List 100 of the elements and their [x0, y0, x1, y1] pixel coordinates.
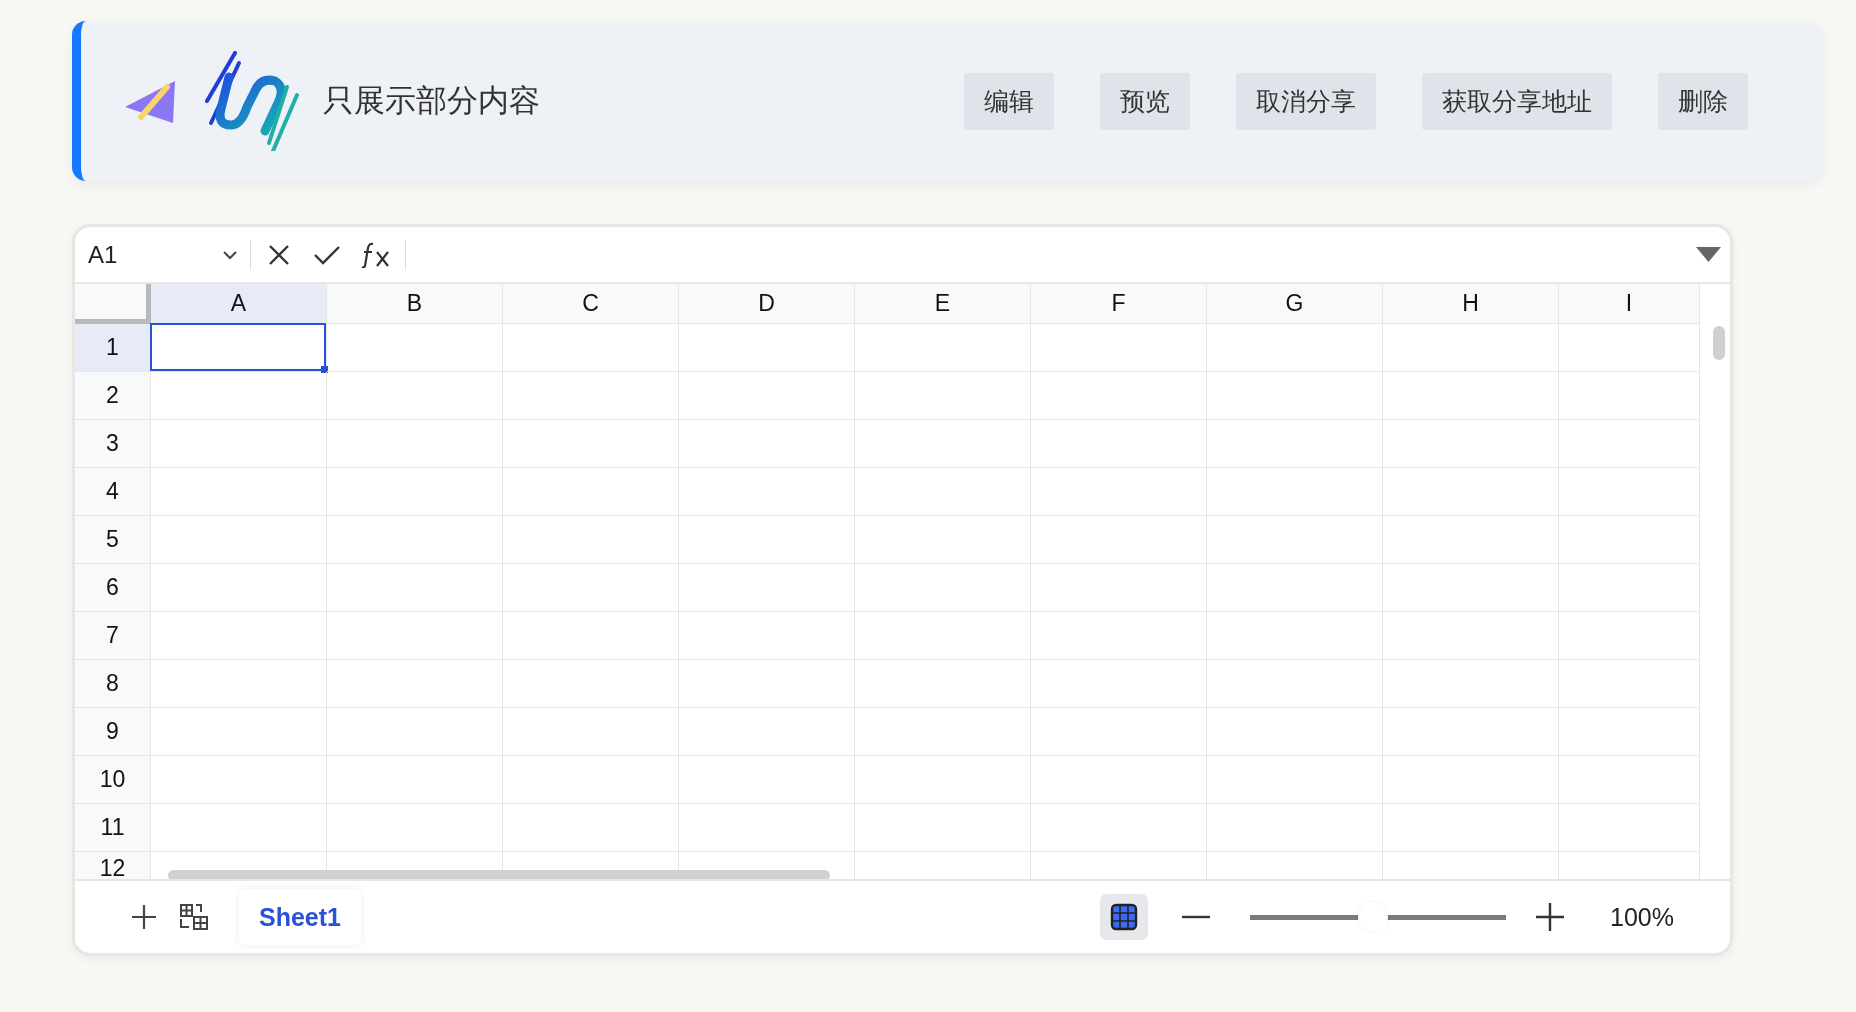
table-cell[interactable]: [1207, 564, 1383, 612]
table-cell[interactable]: [1559, 372, 1700, 420]
table-cell[interactable]: [1559, 708, 1700, 756]
row-header[interactable]: 1: [75, 324, 151, 372]
table-cell[interactable]: [1383, 756, 1559, 804]
table-cell[interactable]: [503, 564, 679, 612]
table-cell[interactable]: [1383, 468, 1559, 516]
column-header[interactable]: C: [503, 284, 679, 324]
column-header[interactable]: A: [151, 284, 327, 324]
column-header[interactable]: G: [1207, 284, 1383, 324]
row-header[interactable]: 10: [75, 756, 151, 804]
row-header[interactable]: 6: [75, 564, 151, 612]
action-button[interactable]: 预览: [1100, 72, 1190, 130]
table-cell[interactable]: [1559, 756, 1700, 804]
table-cell[interactable]: [1383, 612, 1559, 660]
row-header[interactable]: 3: [75, 420, 151, 468]
column-header[interactable]: D: [679, 284, 855, 324]
table-cell[interactable]: [1207, 420, 1383, 468]
table-cell[interactable]: [855, 468, 1031, 516]
column-header[interactable]: B: [327, 284, 503, 324]
zoom-out-icon[interactable]: [1182, 915, 1211, 919]
table-cell[interactable]: [327, 804, 503, 852]
table-cell[interactable]: [1559, 804, 1700, 852]
table-cell[interactable]: [151, 564, 327, 612]
table-cell[interactable]: [679, 420, 855, 468]
table-cell[interactable]: [151, 516, 327, 564]
column-header[interactable]: E: [855, 284, 1031, 324]
table-cell[interactable]: [151, 612, 327, 660]
table-cell[interactable]: [1383, 708, 1559, 756]
action-button[interactable]: 编辑: [964, 72, 1054, 130]
table-cell[interactable]: [327, 756, 503, 804]
row-header[interactable]: 4: [75, 468, 151, 516]
table-cell[interactable]: [1559, 660, 1700, 708]
table-cell[interactable]: [679, 324, 855, 372]
table-cell[interactable]: [855, 564, 1031, 612]
table-cell[interactable]: [1383, 564, 1559, 612]
table-cell[interactable]: [1559, 420, 1700, 468]
action-button[interactable]: 删除: [1658, 72, 1748, 130]
sheet-tab[interactable]: Sheet1: [239, 889, 361, 945]
select-all-corner[interactable]: [75, 284, 151, 324]
table-cell[interactable]: [503, 516, 679, 564]
table-cell[interactable]: [1207, 756, 1383, 804]
table-cell[interactable]: [1383, 804, 1559, 852]
table-cell[interactable]: [503, 420, 679, 468]
table-cell[interactable]: [855, 612, 1031, 660]
table-cell[interactable]: [1383, 372, 1559, 420]
table-cell[interactable]: [151, 468, 327, 516]
table-cell[interactable]: [855, 372, 1031, 420]
table-cell[interactable]: [1383, 660, 1559, 708]
row-header[interactable]: 8: [75, 660, 151, 708]
table-cell[interactable]: [1559, 564, 1700, 612]
table-cell[interactable]: [503, 660, 679, 708]
table-cell[interactable]: [1383, 516, 1559, 564]
table-cell[interactable]: [1031, 612, 1207, 660]
table-cell[interactable]: [1207, 804, 1383, 852]
action-button[interactable]: 获取分享地址: [1422, 72, 1612, 130]
table-cell[interactable]: [503, 468, 679, 516]
dropdown-arrow-icon[interactable]: [1695, 246, 1722, 263]
selected-cell[interactable]: [151, 324, 327, 372]
table-cell[interactable]: [503, 372, 679, 420]
table-cell[interactable]: [679, 756, 855, 804]
table-cell[interactable]: [1383, 324, 1559, 372]
table-cell[interactable]: [151, 420, 327, 468]
table-cell[interactable]: [1031, 660, 1207, 708]
table-cell[interactable]: [1207, 708, 1383, 756]
table-cell[interactable]: [1031, 804, 1207, 852]
table-cell[interactable]: [1207, 468, 1383, 516]
table-cell[interactable]: [327, 612, 503, 660]
table-cell[interactable]: [855, 804, 1031, 852]
table-cell[interactable]: [1559, 516, 1700, 564]
row-header[interactable]: 9: [75, 708, 151, 756]
table-cell[interactable]: [679, 612, 855, 660]
table-cell[interactable]: [1207, 516, 1383, 564]
check-icon[interactable]: [313, 243, 341, 266]
column-header[interactable]: F: [1031, 284, 1207, 324]
function-icon[interactable]: [361, 241, 391, 268]
table-cell[interactable]: [679, 564, 855, 612]
table-cell[interactable]: [1207, 324, 1383, 372]
row-header[interactable]: 11: [75, 804, 151, 852]
column-header[interactable]: I: [1559, 284, 1700, 324]
row-header[interactable]: 7: [75, 612, 151, 660]
table-cell[interactable]: [855, 420, 1031, 468]
table-cell[interactable]: [1031, 420, 1207, 468]
table-cell[interactable]: [679, 804, 855, 852]
table-cell[interactable]: [327, 324, 503, 372]
table-cell[interactable]: [327, 420, 503, 468]
table-cell[interactable]: [1207, 660, 1383, 708]
table-cell[interactable]: [327, 660, 503, 708]
table-cell[interactable]: [1031, 708, 1207, 756]
add-icon[interactable]: [131, 904, 157, 930]
gridlines-button[interactable]: [1100, 894, 1149, 940]
table-cell[interactable]: [855, 516, 1031, 564]
table-cell[interactable]: [327, 564, 503, 612]
table-cell[interactable]: [679, 660, 855, 708]
table-cell[interactable]: [1031, 756, 1207, 804]
table-cell[interactable]: [855, 756, 1031, 804]
table-cell[interactable]: [151, 660, 327, 708]
table-cell[interactable]: [679, 708, 855, 756]
table-cell[interactable]: [1207, 372, 1383, 420]
sheet-list-icon[interactable]: [179, 903, 209, 931]
